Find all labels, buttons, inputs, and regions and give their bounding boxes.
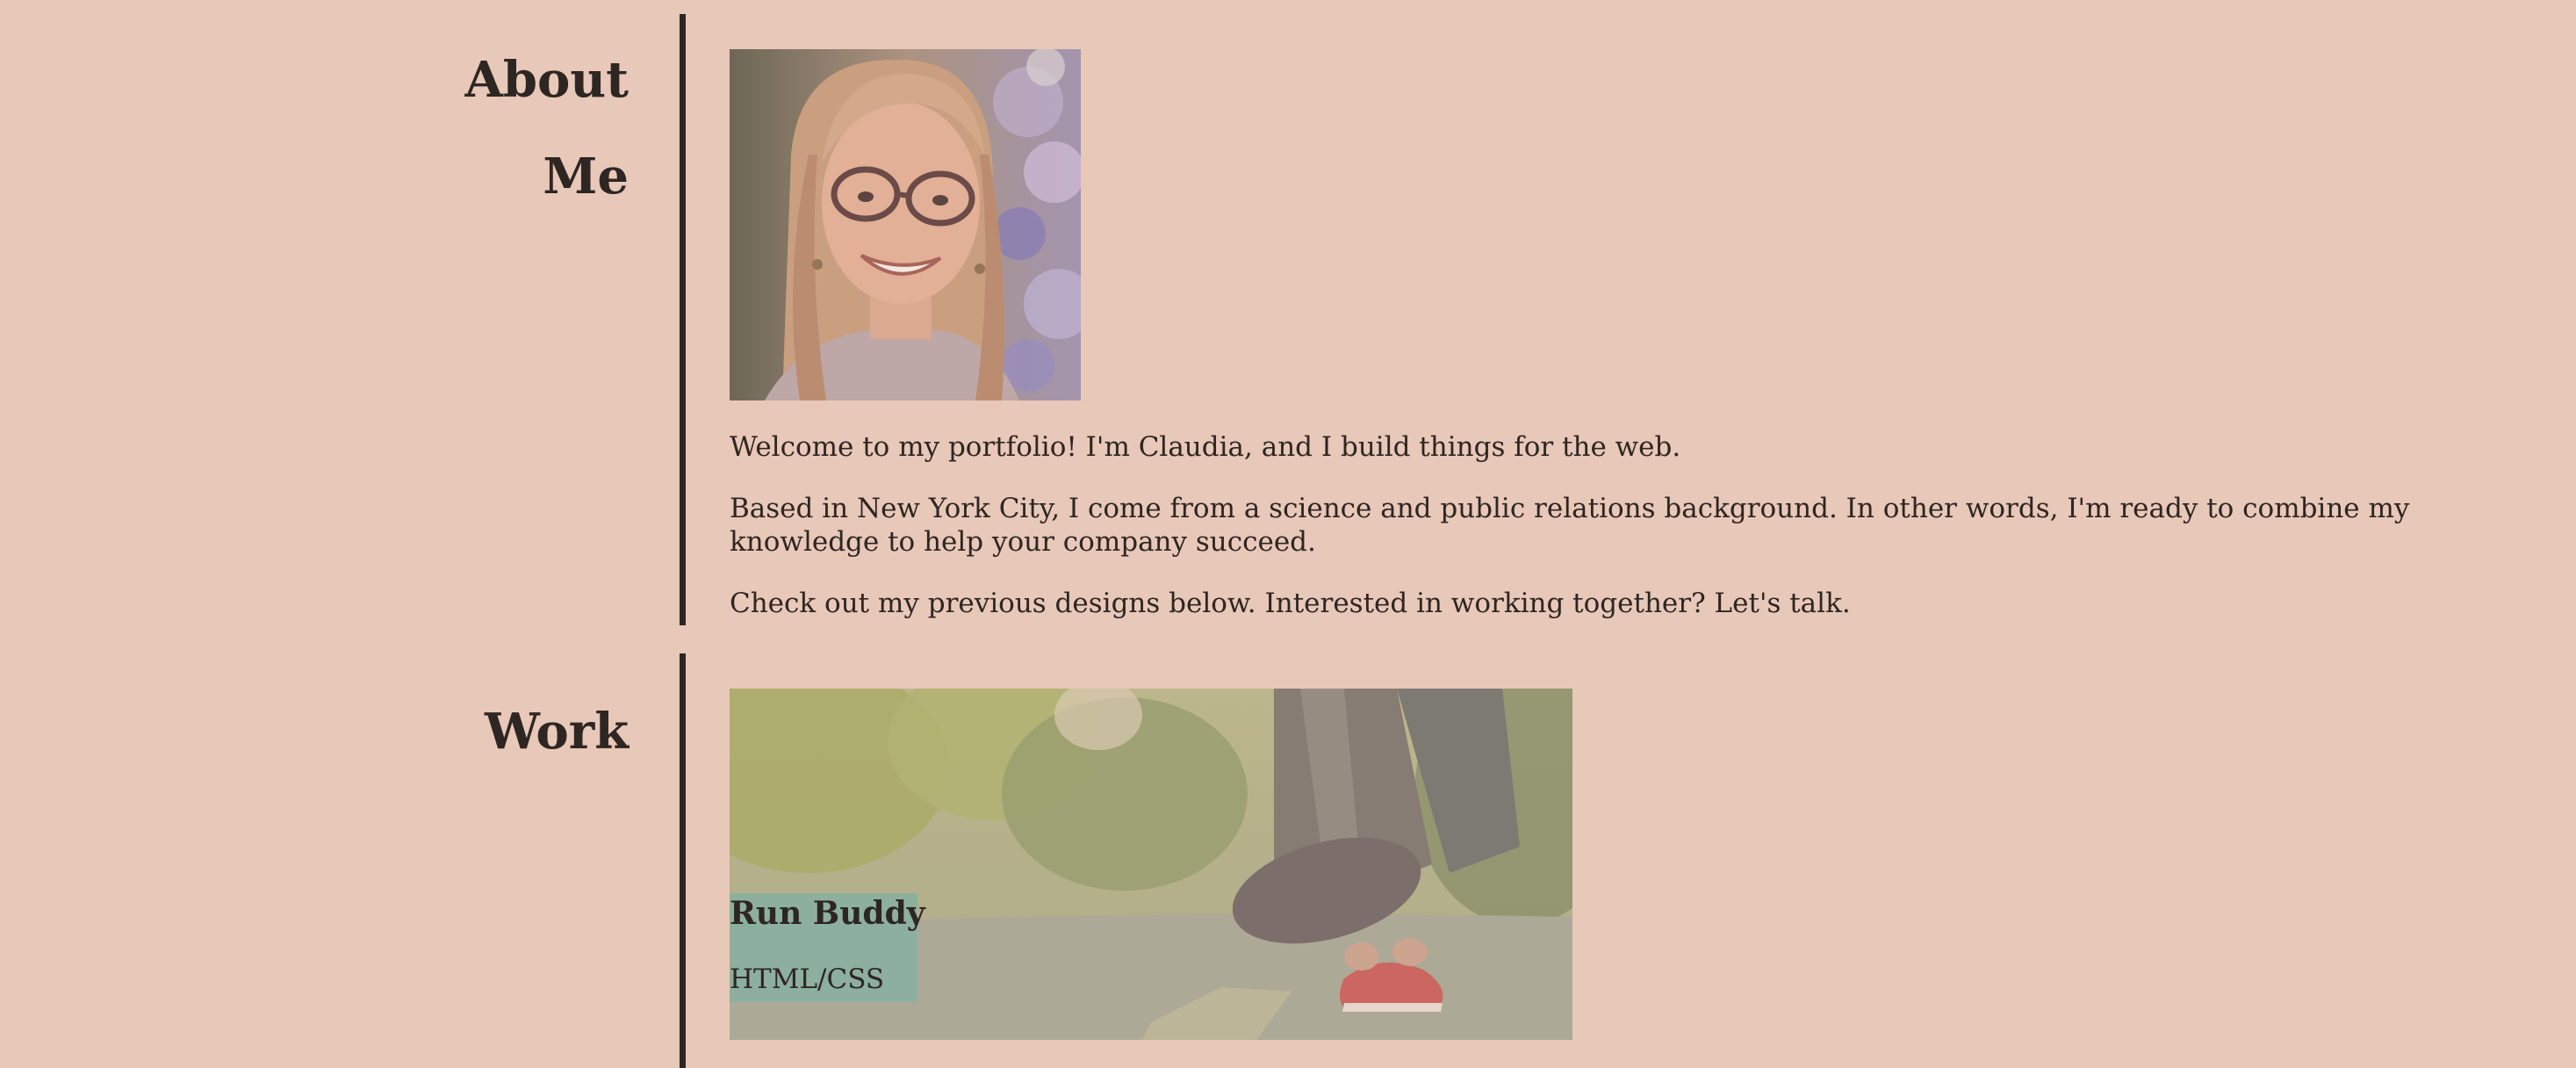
work-section: Work Run Buddy HTML/CSS bbox=[0, 653, 2576, 1068]
project-tech: HTML/CSS bbox=[730, 963, 885, 995]
about-heading-line1: About bbox=[464, 51, 629, 109]
about-section: About Me Welcome to my portfolio! I'm Cl… bbox=[0, 0, 2576, 632]
project-card-run-buddy[interactable]: Run Buddy HTML/CSS bbox=[730, 689, 1572, 1040]
about-paragraph-1: Welcome to my portfolio! I'm Claudia, an… bbox=[730, 431, 1681, 463]
project-caption: Run Buddy HTML/CSS bbox=[730, 893, 925, 1002]
profile-photo bbox=[730, 49, 1081, 400]
work-divider bbox=[680, 653, 686, 1068]
profile-photo-illustration bbox=[730, 49, 1081, 400]
about-paragraph-3: Check out my previous designs below. Int… bbox=[730, 588, 1851, 619]
about-paragraph-2: Based in New York City, I come from a sc… bbox=[730, 493, 2410, 558]
work-heading: Work bbox=[485, 703, 629, 761]
about-divider bbox=[680, 14, 686, 625]
about-text: Welcome to my portfolio! I'm Claudia, an… bbox=[730, 430, 2486, 648]
project-name: Run Buddy bbox=[730, 895, 925, 932]
about-heading: About Me bbox=[365, 32, 629, 225]
about-heading-line2: Me bbox=[543, 148, 629, 206]
